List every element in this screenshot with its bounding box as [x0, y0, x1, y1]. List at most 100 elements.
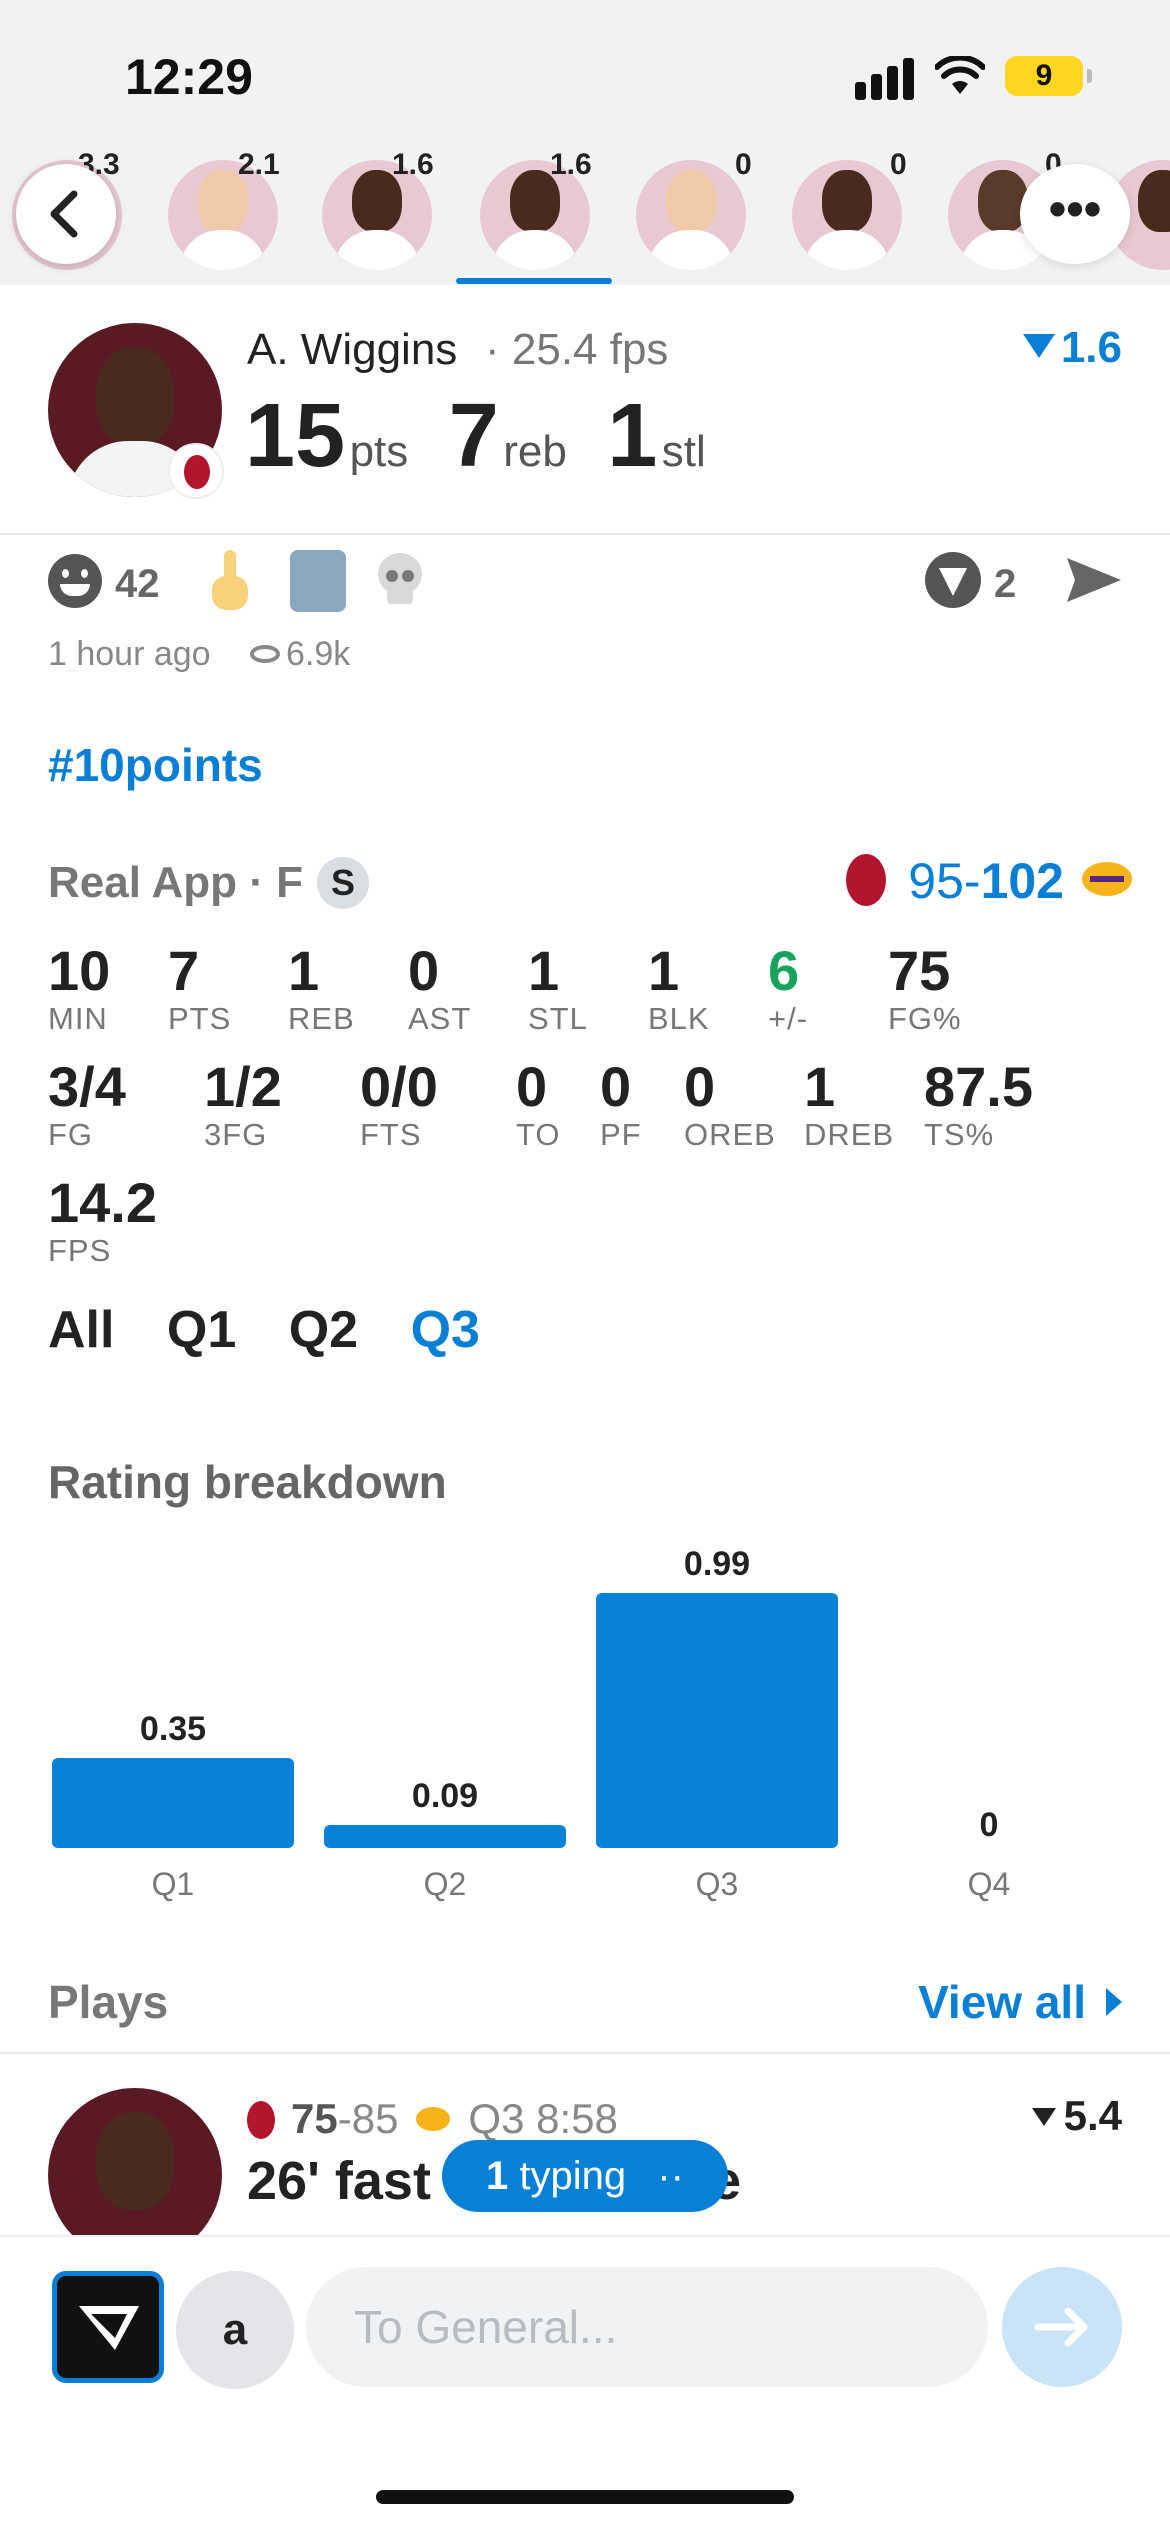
- stat-label: STL: [528, 1001, 588, 1036]
- eye-icon: [250, 645, 280, 663]
- message-input[interactable]: [306, 2267, 988, 2387]
- game-source: Real App · F S: [48, 857, 370, 909]
- stat-label: TS%: [924, 1117, 995, 1152]
- post-timestamp: 1 hour ago: [48, 635, 211, 673]
- player-rating-value: 1.6: [1060, 323, 1122, 372]
- game-source-label: Real App · F: [48, 858, 304, 907]
- stat-value: 0: [684, 1055, 716, 1118]
- rating-icon: [1031, 2108, 1056, 2126]
- stat-reb: 1 REB: [288, 940, 355, 1036]
- view-all-button[interactable]: View all: [918, 1975, 1122, 2029]
- typing-dots: ··: [657, 2154, 684, 2198]
- stat-label: TO: [516, 1117, 561, 1152]
- typing-label: typing: [519, 2154, 627, 2198]
- stat-value: 10: [48, 939, 111, 1002]
- carousel-player[interactable]: [636, 160, 746, 270]
- player-face: [822, 170, 872, 232]
- stat-value: 87.5: [924, 1055, 1033, 1118]
- play-description-text: 26' fast: [247, 2151, 431, 2211]
- real-app-logo-icon[interactable]: [52, 2271, 164, 2383]
- tab-q2[interactable]: Q2: [289, 1300, 358, 1360]
- stat-ast: 0 AST: [408, 940, 471, 1036]
- chart-category-label: Q1: [151, 1866, 195, 1902]
- stat-value: 1: [804, 1055, 836, 1118]
- stat-min: 10 MIN: [48, 940, 110, 1036]
- carousel-player[interactable]: [792, 160, 902, 270]
- stat-value: 14.2: [48, 1171, 157, 1234]
- stat-label: PTS: [168, 1001, 232, 1036]
- arrow-right-icon: [1034, 2307, 1088, 2347]
- player-header: A. Wiggins · 25.4 fps 1.6 15 pts 7 reb 1…: [0, 285, 1170, 535]
- view-count: 6.9k: [250, 635, 350, 674]
- score-home: 95: [908, 853, 964, 909]
- tab-all[interactable]: All: [48, 1300, 114, 1360]
- rating-icon: [1022, 334, 1055, 358]
- chart-bar-q1: [52, 1758, 294, 1848]
- player-face: [96, 2112, 174, 2210]
- stat-ts-pct: 87.5 TS%: [924, 1056, 1033, 1152]
- chart-category-label: Q3: [695, 1866, 739, 1902]
- stat-label: REB: [288, 1001, 355, 1036]
- more-button[interactable]: •••: [1020, 164, 1130, 264]
- stat-fts: 0/0 FTS: [360, 1056, 438, 1152]
- chevron-left-icon: [50, 190, 78, 238]
- middle-finger-emoji-icon[interactable]: [210, 550, 250, 612]
- stat-label: BLK: [648, 1001, 710, 1036]
- starter-badge: S: [317, 857, 370, 909]
- tab-q3[interactable]: Q3: [411, 1300, 480, 1360]
- stat-plus-minus: 6 +/-: [768, 940, 808, 1036]
- stat-label: stl: [661, 427, 706, 476]
- stat-value: 1: [288, 939, 320, 1002]
- typing-count: 1: [486, 2154, 509, 2198]
- chart-value-label: 0.09: [411, 1777, 479, 1815]
- stat-label: 3FG: [204, 1117, 268, 1152]
- stat-label: FTS: [360, 1117, 422, 1152]
- player-jersey: [804, 230, 890, 270]
- player-fps: · 25.4 fps: [485, 325, 669, 374]
- lakers-logo-icon: [1082, 862, 1132, 896]
- player-carousel[interactable]: 3.3 2.1 1.6 1.6 0 0 0 •••: [0, 150, 1170, 285]
- play-meta: 75-85 Q3 8:58: [247, 2095, 618, 2143]
- divider: [0, 2052, 1170, 2054]
- skull-emoji-icon[interactable]: [375, 552, 425, 608]
- smile-reaction-icon[interactable]: [48, 554, 102, 608]
- cellular-signal-icon: [855, 58, 917, 100]
- send-button[interactable]: [1002, 2267, 1122, 2387]
- boost-icon[interactable]: [925, 552, 981, 608]
- stat-to: 0 TO: [516, 1056, 561, 1152]
- stat-label: +/-: [768, 1001, 809, 1036]
- player-name[interactable]: A. Wiggins: [247, 325, 457, 375]
- heat-logo-icon: [168, 443, 224, 499]
- stat-label: AST: [408, 1001, 472, 1036]
- game-score[interactable]: 95-102: [846, 852, 1132, 910]
- stat-label: OREB: [684, 1117, 776, 1152]
- player-jersey: [492, 230, 578, 270]
- play-time: Q3 8:58: [468, 2095, 618, 2142]
- view-all-label: View all: [918, 1976, 1086, 2028]
- tab-q1[interactable]: Q1: [167, 1300, 236, 1360]
- plays-title: Plays: [48, 1976, 169, 2028]
- typing-indicator[interactable]: 1 typing ··: [442, 2140, 728, 2212]
- carousel-player-rating: 2.1: [238, 150, 280, 181]
- player-face: [666, 170, 716, 232]
- hashtag-link[interactable]: #10points: [48, 738, 263, 792]
- player-emoji-icon[interactable]: [290, 550, 346, 612]
- player-rating: 1.6: [1022, 323, 1122, 373]
- status-bar: 12:29 9: [0, 0, 1170, 150]
- stat-value: 7: [168, 939, 200, 1002]
- carousel-player-rating: 0: [735, 150, 752, 181]
- back-button[interactable]: [16, 164, 116, 264]
- player-face: [96, 347, 174, 445]
- chart-bar-q3: [596, 1593, 838, 1848]
- stat-value: 0: [600, 1055, 632, 1118]
- reaction-count: 42: [115, 562, 160, 606]
- share-send-icon[interactable]: [1065, 554, 1123, 606]
- stat-value: 75: [888, 939, 951, 1002]
- reactions-bar: 42 2 1 hour ago 6.9k: [0, 540, 1170, 690]
- chart-value-label: 0.35: [139, 1710, 207, 1748]
- message-composer: a: [0, 2235, 1170, 2532]
- stat-fps: 14.2 FPS: [48, 1172, 157, 1268]
- chart-bar-q2: [324, 1825, 566, 1848]
- user-avatar[interactable]: a: [176, 2271, 294, 2389]
- carousel-player-rating: 1.6: [550, 150, 592, 181]
